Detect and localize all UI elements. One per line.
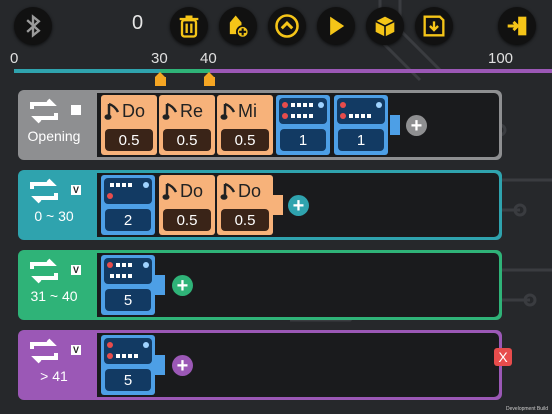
note-name: Re [180, 100, 204, 121]
sequence-row-0-30: V 0 ~ 30 2 Do 0.5 Do 0.5 + [18, 170, 502, 240]
note-name: Do [238, 180, 262, 201]
note-block[interactable]: Re 0.5 [159, 95, 215, 155]
note-duration[interactable]: 0.5 [163, 129, 211, 151]
note-block[interactable]: Do 0.5 [101, 95, 157, 155]
note-name: Mi [238, 100, 257, 121]
stop-square-icon [71, 105, 81, 115]
add-button[interactable] [219, 7, 257, 45]
add-block-button[interactable]: + [172, 355, 193, 376]
box-icon [375, 16, 395, 37]
row-header[interactable]: V 31 ~ 40 [18, 250, 97, 320]
led-pattern-icon [104, 338, 152, 364]
note-duration[interactable]: 0.5 [105, 129, 153, 151]
led-pattern-icon [104, 258, 152, 284]
note-duration[interactable]: 0.5 [163, 209, 211, 231]
flag-badge[interactable]: V [71, 185, 81, 195]
note-block[interactable]: Do 0.5 [159, 175, 215, 235]
counter-value: 0 [132, 12, 144, 34]
row-panel: 5 + [97, 253, 499, 317]
up-button[interactable] [268, 7, 306, 45]
sequence-row-opening: Opening Do 0.5 Re 0.5 Mi 0.5 1 1 + [18, 90, 502, 160]
flag-badge[interactable]: V [71, 345, 81, 355]
note-name: Do [122, 100, 146, 121]
beat-count[interactable]: 5 [105, 369, 151, 391]
delete-row-button[interactable]: X [494, 348, 512, 366]
loop-icon [30, 338, 58, 364]
led-pattern-icon [337, 98, 385, 124]
exit-button[interactable] [498, 7, 536, 45]
note-duration[interactable]: 0.5 [221, 129, 269, 151]
beat-block[interactable]: 5 [101, 255, 155, 315]
footer-text: Development Build [506, 406, 548, 412]
row-panel: 5 + [97, 333, 499, 397]
row-label: 0 ~ 30 [34, 208, 74, 224]
row-label: Opening [27, 128, 81, 144]
row-label: 31 ~ 40 [30, 288, 78, 304]
row-header[interactable]: Opening [18, 90, 97, 160]
timeline-segment-2 [160, 69, 210, 73]
connector-tab [155, 355, 165, 375]
delete-button[interactable] [170, 7, 208, 45]
add-block-button[interactable]: + [172, 275, 193, 296]
row-panel: Do 0.5 Re 0.5 Mi 0.5 1 1 + [97, 93, 499, 157]
music-note-icon [220, 102, 236, 120]
sequence-row-31-40: V 31 ~ 40 5 + [18, 250, 502, 320]
chevron-up-icon [275, 14, 299, 38]
beat-count[interactable]: 5 [105, 289, 151, 311]
row-panel: 2 Do 0.5 Do 0.5 + [97, 173, 499, 237]
bluetooth-icon [26, 14, 41, 38]
note-block[interactable]: Do 0.5 [217, 175, 273, 235]
flag-badge[interactable]: V [71, 265, 81, 275]
note-duration[interactable]: 0.5 [221, 209, 269, 231]
timeline-segment-1 [14, 69, 160, 73]
timeline-label-start: 0 [10, 50, 19, 67]
music-note-icon [104, 102, 120, 120]
note-block[interactable]: Mi 0.5 [217, 95, 273, 155]
beat-count[interactable]: 1 [280, 129, 326, 151]
save-icon [423, 15, 445, 37]
timeline-marker-40[interactable] [204, 72, 215, 86]
connector-tab [390, 115, 400, 135]
timeline-segment-3-dashes [500, 69, 552, 73]
timeline-marker-30[interactable] [155, 72, 166, 86]
led-pattern-icon [104, 178, 152, 204]
play-icon [330, 16, 345, 36]
connector-tab [155, 275, 165, 295]
add-icon [229, 15, 250, 39]
timeline-label-40: 40 [200, 50, 217, 67]
connector-tab [273, 195, 283, 215]
open-button[interactable] [366, 7, 404, 45]
led-pattern-icon [279, 98, 327, 124]
music-note-icon [162, 102, 178, 120]
beat-block[interactable]: 1 [334, 95, 388, 155]
beat-block[interactable]: 1 [276, 95, 330, 155]
beat-block[interactable]: 2 [101, 175, 155, 235]
row-header[interactable]: V 0 ~ 30 [18, 170, 97, 240]
bluetooth-button[interactable] [14, 7, 52, 45]
note-name: Do [180, 180, 204, 201]
loop-icon [30, 258, 58, 284]
beat-block[interactable]: 5 [101, 335, 155, 395]
trash-icon [179, 15, 199, 38]
music-note-icon [162, 182, 178, 200]
save-button[interactable] [415, 7, 453, 45]
beat-count[interactable]: 1 [338, 129, 384, 151]
play-button[interactable] [317, 7, 355, 45]
row-header[interactable]: V > 41 [18, 330, 97, 400]
beat-count[interactable]: 2 [105, 209, 151, 231]
music-note-icon [220, 182, 236, 200]
row-label: > 41 [40, 368, 68, 384]
loop-icon [30, 98, 58, 124]
timeline-label-30: 30 [151, 50, 168, 67]
add-block-button[interactable]: + [406, 115, 427, 136]
sequence-row-over-41: V > 41 5 + [18, 330, 502, 400]
loop-icon [30, 178, 58, 204]
add-block-button[interactable]: + [288, 195, 309, 216]
timeline-label-end: 100 [488, 50, 514, 67]
exit-icon [507, 16, 527, 36]
